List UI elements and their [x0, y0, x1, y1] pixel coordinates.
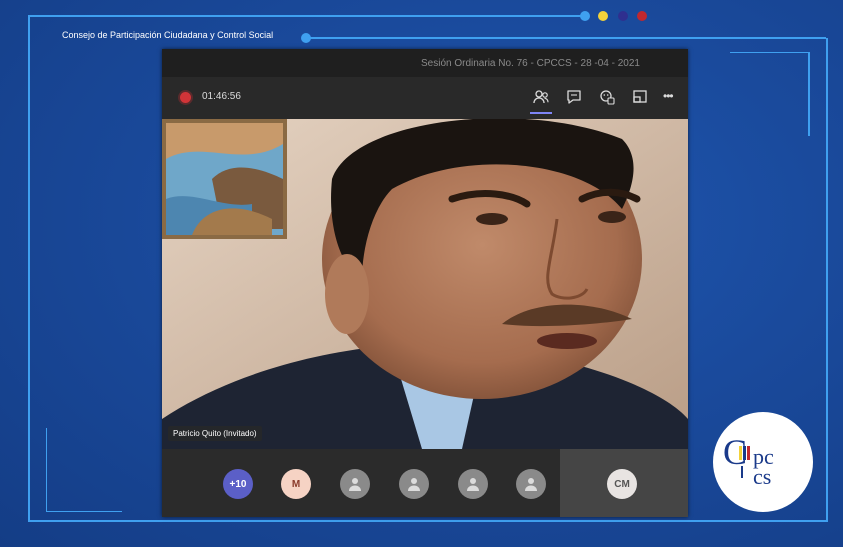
svg-text:cs: cs — [753, 464, 771, 489]
decor-dot-lightblue — [580, 11, 590, 21]
person-icon — [525, 478, 537, 491]
meeting-title: Sesión Ordinaria No. 76 - CPCCS - 28 -04… — [421, 58, 640, 69]
frame-line-inner-right-top — [730, 52, 810, 53]
speaker-name-tag: Patricio Quito (Invitado) — [168, 426, 262, 441]
decor-dot-yellow — [598, 11, 608, 21]
participant-avatar[interactable] — [340, 469, 370, 499]
frame-line-inner-bottom — [46, 511, 122, 512]
share-screen-icon[interactable] — [630, 87, 650, 107]
person-icon — [467, 478, 479, 491]
person-icon — [408, 478, 420, 491]
reactions-icon[interactable] — [597, 87, 617, 107]
participants-bar: +10 M CM — [162, 449, 688, 517]
decor-dot-red — [637, 11, 647, 21]
participant-avatar[interactable] — [516, 469, 546, 499]
wall-painting — [162, 119, 287, 239]
chat-icon[interactable] — [564, 87, 584, 107]
participants-icon[interactable] — [531, 87, 551, 107]
frame-line-left — [28, 15, 30, 521]
speaker-video: Patricio Quito (Invitado) — [162, 119, 688, 449]
participants-active-indicator — [530, 112, 552, 114]
participant-avatar-cm: CM — [607, 469, 637, 499]
cpccs-logo-mark: C pc cs — [723, 432, 774, 489]
organization-title: Consejo de Participación Ciudadana y Con… — [62, 30, 274, 40]
decor-dot-navy — [618, 11, 628, 21]
cpccs-logo: C pc cs — [713, 412, 813, 512]
participant-avatar-m[interactable]: M — [281, 469, 311, 499]
more-participants-button[interactable]: +10 — [223, 469, 253, 499]
recording-indicator-icon — [180, 92, 191, 103]
frame-line-top — [28, 15, 583, 17]
self-view-tile[interactable]: CM — [560, 449, 688, 517]
meeting-timer: 01:46:56 — [202, 91, 241, 102]
window-titlebar: Sesión Ordinaria No. 76 - CPCCS - 28 -04… — [162, 49, 688, 77]
decor-dot-blue — [301, 33, 311, 43]
person-icon — [349, 478, 361, 491]
frame-line-bottom — [28, 520, 828, 522]
frame-line-inner-right — [808, 52, 810, 136]
participant-avatar[interactable] — [458, 469, 488, 499]
more-options-icon[interactable]: ••• — [663, 89, 683, 109]
speaker-video-frame — [162, 119, 688, 449]
frame-line-title — [306, 37, 826, 39]
meeting-window: Sesión Ordinaria No. 76 - CPCCS - 28 -04… — [162, 49, 688, 517]
participant-avatar[interactable] — [399, 469, 429, 499]
meeting-toolbar: 01:46:56 ••• — [162, 77, 688, 119]
frame-line-right — [826, 38, 828, 522]
frame-line-inner-left — [46, 428, 47, 512]
